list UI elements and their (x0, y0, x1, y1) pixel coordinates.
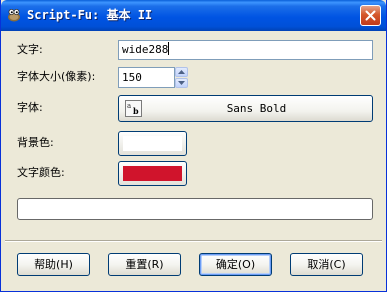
help-button[interactable]: 帮助(H) (17, 253, 90, 276)
close-icon (365, 10, 376, 21)
font-size-input[interactable]: 150 (118, 67, 175, 88)
gimp-icon (6, 7, 22, 23)
font-label: 字体: (17, 101, 43, 114)
cancel-button[interactable]: 取消(C) (290, 253, 363, 276)
arrow-down-icon (178, 81, 185, 85)
font-size-spinner[interactable]: 150 (118, 67, 189, 88)
decrement-button[interactable] (175, 78, 188, 88)
text-input-value: wide288 (122, 43, 169, 56)
script-fu-dialog: Script-Fu: 基本 II 文字: wide288 字体大小(像素): 1… (0, 0, 387, 292)
font-icon-glyph-a: a (127, 102, 131, 110)
font-icon: a b (125, 100, 142, 117)
title-bar[interactable]: Script-Fu: 基本 II (1, 0, 386, 31)
increment-button[interactable] (175, 67, 188, 77)
text-color-label: 文字颜色: (17, 166, 65, 179)
separator (5, 240, 382, 242)
font-select-button[interactable]: a b Sans Bold (118, 95, 373, 122)
text-caret (168, 42, 170, 55)
font-name: Sans Bold (226, 102, 287, 115)
text-color-button[interactable] (118, 161, 187, 186)
reset-button[interactable]: 重置(R) (108, 253, 181, 276)
background-color-label: 背景色: (17, 136, 54, 149)
text-input[interactable]: wide288 (118, 40, 373, 60)
background-color-button[interactable] (118, 131, 187, 156)
close-button[interactable] (360, 5, 381, 26)
text-label: 文字: (17, 43, 43, 56)
font-icon-glyph-b: b (133, 106, 139, 116)
ok-button[interactable]: 确定(O) (199, 253, 272, 276)
progress-bar (17, 198, 373, 220)
window-title: Script-Fu: 基本 II (27, 8, 153, 22)
arrow-up-icon (178, 70, 185, 74)
background-color-swatch (123, 136, 182, 151)
font-size-label: 字体大小(像素): (17, 70, 96, 83)
text-color-swatch (123, 166, 182, 181)
